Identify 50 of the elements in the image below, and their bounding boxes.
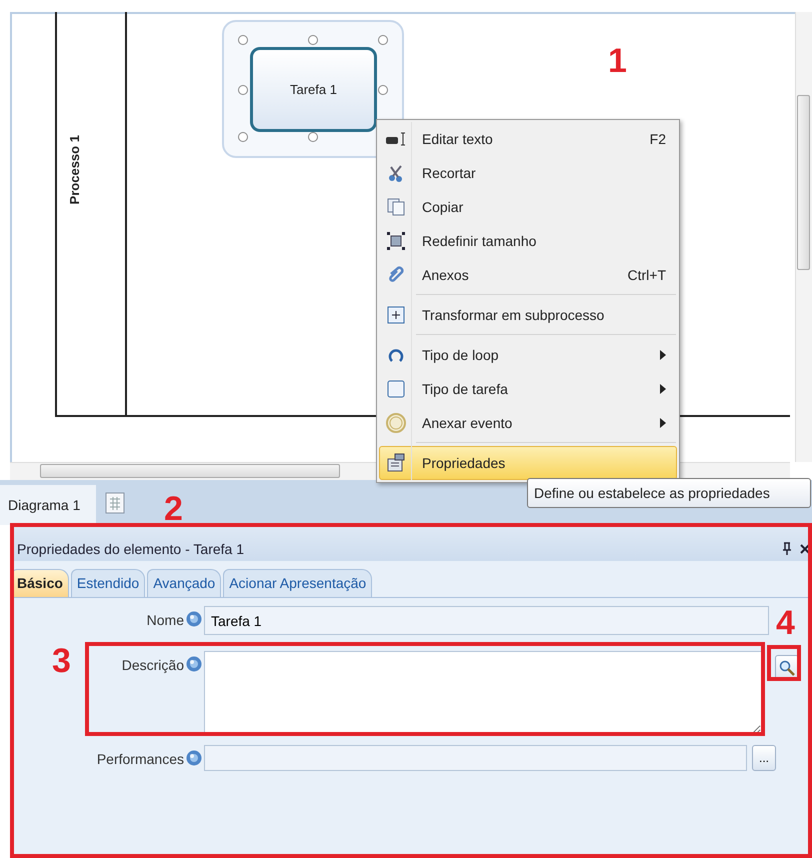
menu-item[interactable]: Tipo de loop	[379, 338, 677, 372]
panel-tab[interactable]: Acionar Apresentação	[223, 569, 372, 597]
field-label: Nome	[146, 611, 184, 630]
callout-number: 2	[164, 492, 183, 526]
panel-tab[interactable]: Avançado	[147, 569, 222, 597]
browse-button[interactable]: ...	[752, 745, 776, 771]
close-icon[interactable]	[800, 544, 810, 554]
grid-document-icon[interactable]	[104, 491, 126, 515]
menu-item[interactable]: Redefinir tamanho	[379, 224, 677, 258]
submenu-arrow-icon	[660, 384, 666, 394]
menu-item[interactable]: Transformar em subprocesso	[379, 298, 677, 338]
text-cursor-icon	[385, 131, 407, 147]
field-label: Descrição	[122, 656, 184, 675]
submenu-arrow-icon	[660, 418, 666, 428]
menu-item[interactable]: Anexos Ctrl+T	[379, 258, 677, 298]
properties-icon	[386, 453, 406, 473]
pool-label: Processo 1	[66, 135, 83, 204]
document-tab[interactable]: Diagrama 1	[0, 485, 96, 525]
scrollbar-thumb[interactable]	[40, 464, 340, 478]
subprocess-icon	[387, 306, 405, 324]
callout-number: 1	[608, 44, 627, 78]
menu-item[interactable]: Propriedades	[379, 446, 677, 480]
menu-item[interactable]: Editar texto F2	[379, 122, 677, 156]
task-node[interactable]: Tarefa 1	[250, 47, 377, 132]
task-icon	[386, 379, 406, 399]
tooltip: Define ou estabelece as propriedades	[527, 478, 811, 508]
search-icon	[779, 660, 795, 676]
paperclip-icon	[386, 265, 406, 285]
panel-title: Propriedades do elemento - Tarefa 1	[17, 540, 244, 559]
panel-tab[interactable]: Estendido	[70, 569, 146, 597]
performances-field[interactable]	[204, 745, 747, 771]
description-field[interactable]	[204, 651, 762, 735]
help-icon[interactable]	[186, 656, 202, 672]
event-icon	[385, 412, 407, 434]
help-icon[interactable]	[186, 610, 202, 627]
callout-number: 3	[52, 644, 71, 678]
submenu-arrow-icon	[660, 350, 666, 360]
help-icon[interactable]	[186, 750, 202, 766]
copy-icon	[386, 197, 406, 217]
menu-item[interactable]: Copiar	[379, 190, 677, 224]
menu-item[interactable]: Tipo de tarefa	[379, 372, 677, 406]
callout-number: 4	[776, 606, 795, 640]
panel-tab[interactable]: Básico	[11, 569, 69, 597]
scrollbar-thumb[interactable]	[797, 95, 810, 270]
menu-item[interactable]: Anexar evento	[379, 406, 677, 446]
menu-item[interactable]: Recortar	[379, 156, 677, 190]
field-label: Performances	[96, 750, 184, 769]
resize-icon	[386, 231, 406, 251]
name-field[interactable]: Tarefa 1	[204, 606, 769, 635]
pin-icon[interactable]	[782, 542, 792, 556]
